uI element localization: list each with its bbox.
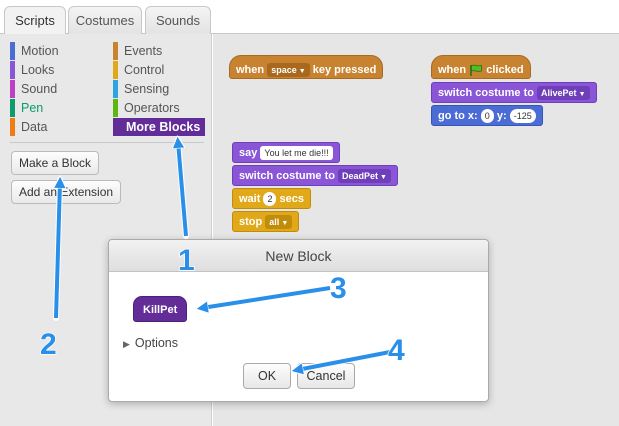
- wait-label: wait: [239, 193, 261, 205]
- secs-label: secs: [279, 193, 305, 205]
- category-pen[interactable]: Pen: [10, 99, 43, 117]
- chevron-down-icon: ▼: [380, 174, 387, 182]
- stop-value: all: [269, 217, 280, 228]
- green-flag-icon: [470, 64, 483, 77]
- options-toggle[interactable]: ▶ Options: [123, 336, 178, 350]
- category-operators[interactable]: Operators: [113, 99, 180, 117]
- category-control[interactable]: Control: [113, 61, 164, 79]
- chevron-down-icon: ▼: [578, 91, 586, 99]
- category-sound[interactable]: Sound: [10, 80, 57, 98]
- category-motion[interactable]: Motion: [10, 42, 59, 60]
- switch-costume-label: switch costume to: [239, 170, 335, 182]
- palette-divider: [10, 142, 204, 143]
- say-block[interactable]: say You let me die!!!: [232, 142, 340, 163]
- when-key-pressed-block[interactable]: when space ▼ key pressed: [229, 55, 384, 79]
- x-input[interactable]: 0: [480, 109, 494, 124]
- chevron-down-icon: ▼: [298, 68, 306, 76]
- wait-block[interactable]: wait 2 secs: [232, 188, 312, 209]
- costume-value: DeadPet: [342, 171, 379, 182]
- category-looks[interactable]: Looks: [10, 61, 54, 79]
- triangle-right-icon: ▶: [123, 339, 130, 349]
- tab-scripts[interactable]: Scripts: [4, 6, 66, 36]
- switch-costume-block[interactable]: switch costume to AlivePet ▼: [431, 82, 597, 103]
- ok-button[interactable]: OK: [243, 363, 291, 389]
- key-value: space: [271, 65, 297, 76]
- category-events[interactable]: Events: [113, 42, 162, 60]
- go-to-xy-block[interactable]: go to x: 0 y: -125: [431, 105, 543, 126]
- switch-costume-label: switch costume to: [438, 87, 534, 99]
- tab-sounds[interactable]: Sounds: [145, 6, 211, 35]
- stop-block[interactable]: stop all ▼: [232, 211, 300, 232]
- switch-costume-block[interactable]: switch costume to DeadPet ▼: [232, 165, 398, 186]
- stop-dropdown[interactable]: all ▼: [265, 215, 293, 230]
- tab-costumes[interactable]: Costumes: [68, 6, 142, 35]
- category-data[interactable]: Data: [10, 118, 47, 136]
- y-label: y:: [496, 110, 507, 122]
- go-to-x-label: go to x:: [438, 110, 478, 122]
- clicked-label: clicked: [486, 64, 524, 76]
- add-extension-button[interactable]: Add an Extension: [11, 180, 122, 204]
- say-text-input[interactable]: You let me die!!!: [260, 146, 333, 161]
- wait-seconds-input[interactable]: 2: [263, 192, 277, 207]
- stop-label: stop: [239, 216, 263, 228]
- key-dropdown[interactable]: space ▼: [267, 63, 310, 78]
- dialog-title: New Block: [109, 240, 488, 272]
- make-a-block-button[interactable]: Make a Block: [11, 151, 100, 175]
- costume-value: AlivePet: [541, 88, 577, 99]
- key-pressed-label: key pressed: [312, 64, 377, 76]
- cancel-button[interactable]: Cancel: [297, 363, 355, 389]
- when-label: when: [236, 64, 265, 76]
- when-label: when: [438, 64, 467, 76]
- when-flag-clicked-block[interactable]: when clicked: [431, 55, 531, 79]
- category-more-blocks[interactable]: More Blocks: [113, 118, 205, 136]
- editor-tabbar: Scripts Costumes Sounds: [0, 0, 619, 36]
- options-label: Options: [134, 336, 179, 350]
- new-block-dialog: New Block KillPet ▶ Options OK Cancel: [108, 239, 489, 402]
- costume-dropdown[interactable]: DeadPet ▼: [338, 169, 391, 184]
- category-sensing[interactable]: Sensing: [113, 80, 169, 98]
- costume-dropdown[interactable]: AlivePet ▼: [537, 86, 590, 101]
- y-input[interactable]: -125: [509, 109, 536, 124]
- custom-block-name-input[interactable]: KillPet: [133, 296, 188, 322]
- chevron-down-icon: ▼: [281, 220, 289, 228]
- say-label: say: [239, 147, 258, 159]
